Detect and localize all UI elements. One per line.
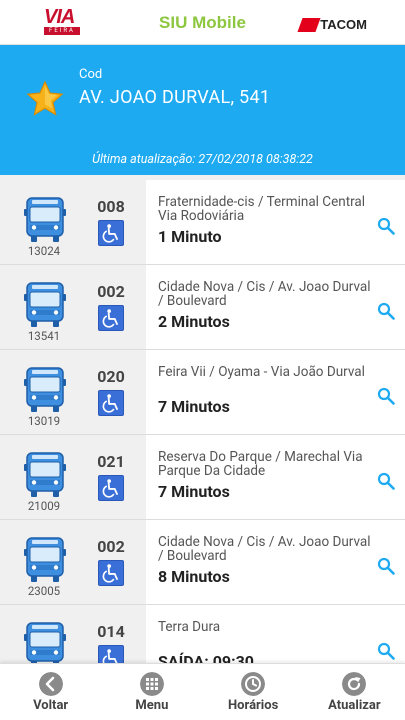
arrival-info-cell[interactable]: Cidade Nova / Cis / Av. Joao Durval / Bo… [146,520,405,604]
arrival-vehicle-cell: 13019 020 [0,350,146,434]
arrival-info-cell[interactable]: Fraternidade-cis / Terminal Central Via … [146,180,405,264]
arrival-vehicle-cell: 13541 002 [0,265,146,349]
bus-icon [24,196,66,244]
line-code: 021 [97,452,125,471]
route-name: Feira Vii / Oyama - Via João Durval [158,364,365,380]
arrival-vehicle-cell: 23005 002 [0,520,146,604]
arrival-info-cell[interactable]: Reserva Do Parque / Marechal Via Parque … [146,435,405,519]
schedules-button[interactable]: Horários [203,664,304,720]
arrival-vehicle-cell: 014 [0,605,146,665]
back-button[interactable]: Voltar [0,664,101,720]
line-code: 008 [97,197,125,216]
arrival-row[interactable]: 13541 002 Cidade Nova / Cis / Av. Joao D… [0,265,405,350]
bus-icon [24,621,66,665]
arrival-info-cell[interactable]: Cidade Nova / Cis / Av. Joao Durval / Bo… [146,265,405,349]
search-icon[interactable] [377,557,395,575]
arrival-time: 2 Minutos [158,312,230,331]
line-code: 002 [97,282,125,301]
last-update-text: Última atualização: 27/02/2018 08:38:22 [92,152,313,167]
arrival-time: 7 Minutos [158,397,230,416]
route-name: Cidade Nova / Cis / Av. Joao Durval / Bo… [158,279,371,309]
arrival-row[interactable]: 13019 020 Feira Vii / Oyama - Via João D… [0,350,405,435]
wheelchair-accessible-icon [98,475,124,501]
bus-icon [24,281,66,329]
bus-icon [24,536,66,584]
arrival-vehicle-cell: 13024 008 [0,180,146,264]
line-code: 020 [97,367,125,386]
search-icon[interactable] [377,387,395,405]
arrival-time: 1 Minuto [158,227,222,246]
wheelchair-accessible-icon [98,305,124,331]
search-icon[interactable] [377,472,395,490]
menu-label: Menu [135,698,169,713]
vehicle-number: 13541 [27,329,61,343]
arrival-row[interactable]: 13024 008 Fraternidade-cis / Terminal Ce… [0,180,405,265]
route-name: Cidade Nova / Cis / Av. Joao Durval / Bo… [158,534,371,564]
back-arrow-icon [38,672,63,696]
vehicle-number: 13019 [27,414,61,428]
arrival-time: 8 Minutos [158,567,230,586]
wheelchair-accessible-icon [98,645,124,665]
tacom-logo-text: TACOM [320,17,367,32]
route-name: Terra Dura [158,619,221,635]
stop-name: AV. JOAO DURVAL, 541 [79,87,271,108]
refresh-button[interactable]: Atualizar [304,664,405,720]
wheelchair-accessible-icon [98,560,124,586]
top-header: VIA FEIRA SIU Mobile TACOM [0,0,405,45]
line-code: 002 [97,537,125,556]
arrival-row[interactable]: 23005 002 Cidade Nova / Cis / Av. Joao D… [0,520,405,605]
star-icon[interactable] [26,80,64,118]
search-icon[interactable] [377,642,395,660]
bus-icon [24,451,66,499]
vehicle-number: 13024 [27,244,61,258]
route-name: Fraternidade-cis / Terminal Central Via … [158,194,366,224]
stop-code-label: Cod [79,67,103,82]
bus-icon [24,366,66,414]
bottom-nav: Voltar Menu Horários Atualizar [0,663,405,720]
stop-info-panel: Cod AV. JOAO DURVAL, 541 Última atualiza… [0,45,405,175]
menu-button[interactable]: Menu [101,664,202,720]
back-label: Voltar [33,698,69,713]
search-icon[interactable] [377,217,395,235]
grid-menu-icon [139,672,164,696]
vehicle-number: 21009 [27,499,61,513]
wheelchair-accessible-icon [98,220,124,246]
arrival-row[interactable]: 21009 021 Reserva Do Parque / Marechal V… [0,435,405,520]
tacom-logo-mark [297,17,321,32]
refresh-icon [342,672,367,696]
arrival-vehicle-cell: 21009 021 [0,435,146,519]
clock-icon [241,672,266,696]
arrivals-list[interactable]: 13024 008 Fraternidade-cis / Terminal Ce… [0,180,405,665]
arrival-row[interactable]: 014 Terra Dura SAÍDA: 09:30 [0,605,405,665]
refresh-label: Atualizar [328,698,381,713]
search-icon[interactable] [377,302,395,320]
route-name: Reserva Do Parque / Marechal Via Parque … [158,449,363,479]
arrival-info-cell[interactable]: Terra Dura SAÍDA: 09:30 [146,605,405,665]
arrival-info-cell[interactable]: Feira Vii / Oyama - Via João Durval 7 Mi… [146,350,405,434]
vehicle-number: 23005 [27,584,61,598]
arrival-time: 7 Minutos [158,482,230,501]
wheelchair-accessible-icon [98,390,124,416]
tacom-logo: TACOM [297,17,367,32]
line-code: 014 [97,622,125,641]
schedules-label: Horários [228,698,279,713]
app-screen: VIA FEIRA SIU Mobile TACOM Cod AV. JOAO … [0,0,405,720]
